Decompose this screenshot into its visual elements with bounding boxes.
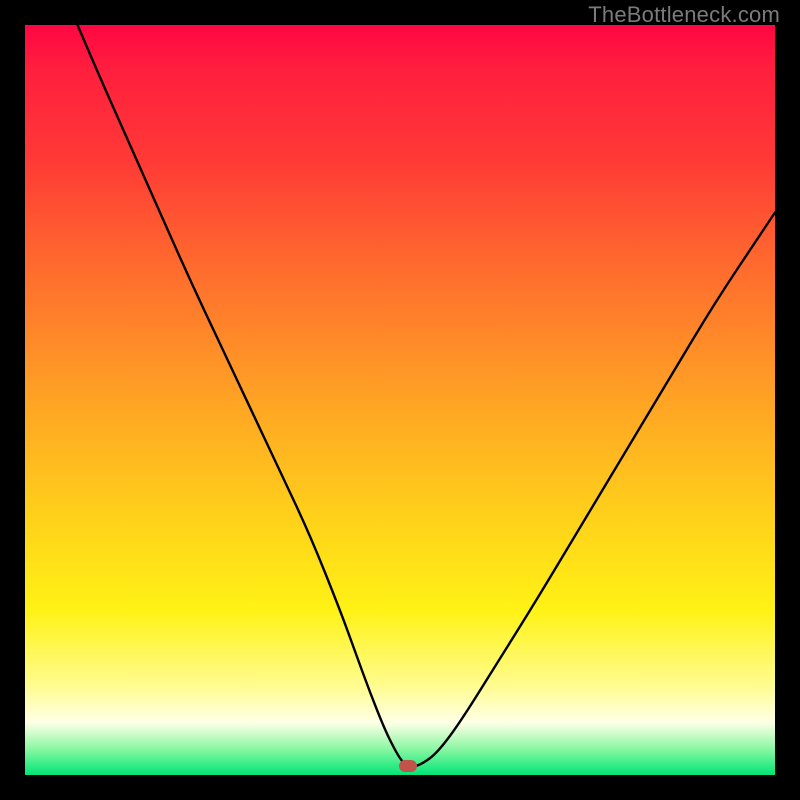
chart-frame: TheBottleneck.com xyxy=(0,0,800,800)
bottleneck-curve xyxy=(25,25,775,775)
optimal-point-marker xyxy=(399,760,417,772)
plot-area xyxy=(25,25,775,775)
